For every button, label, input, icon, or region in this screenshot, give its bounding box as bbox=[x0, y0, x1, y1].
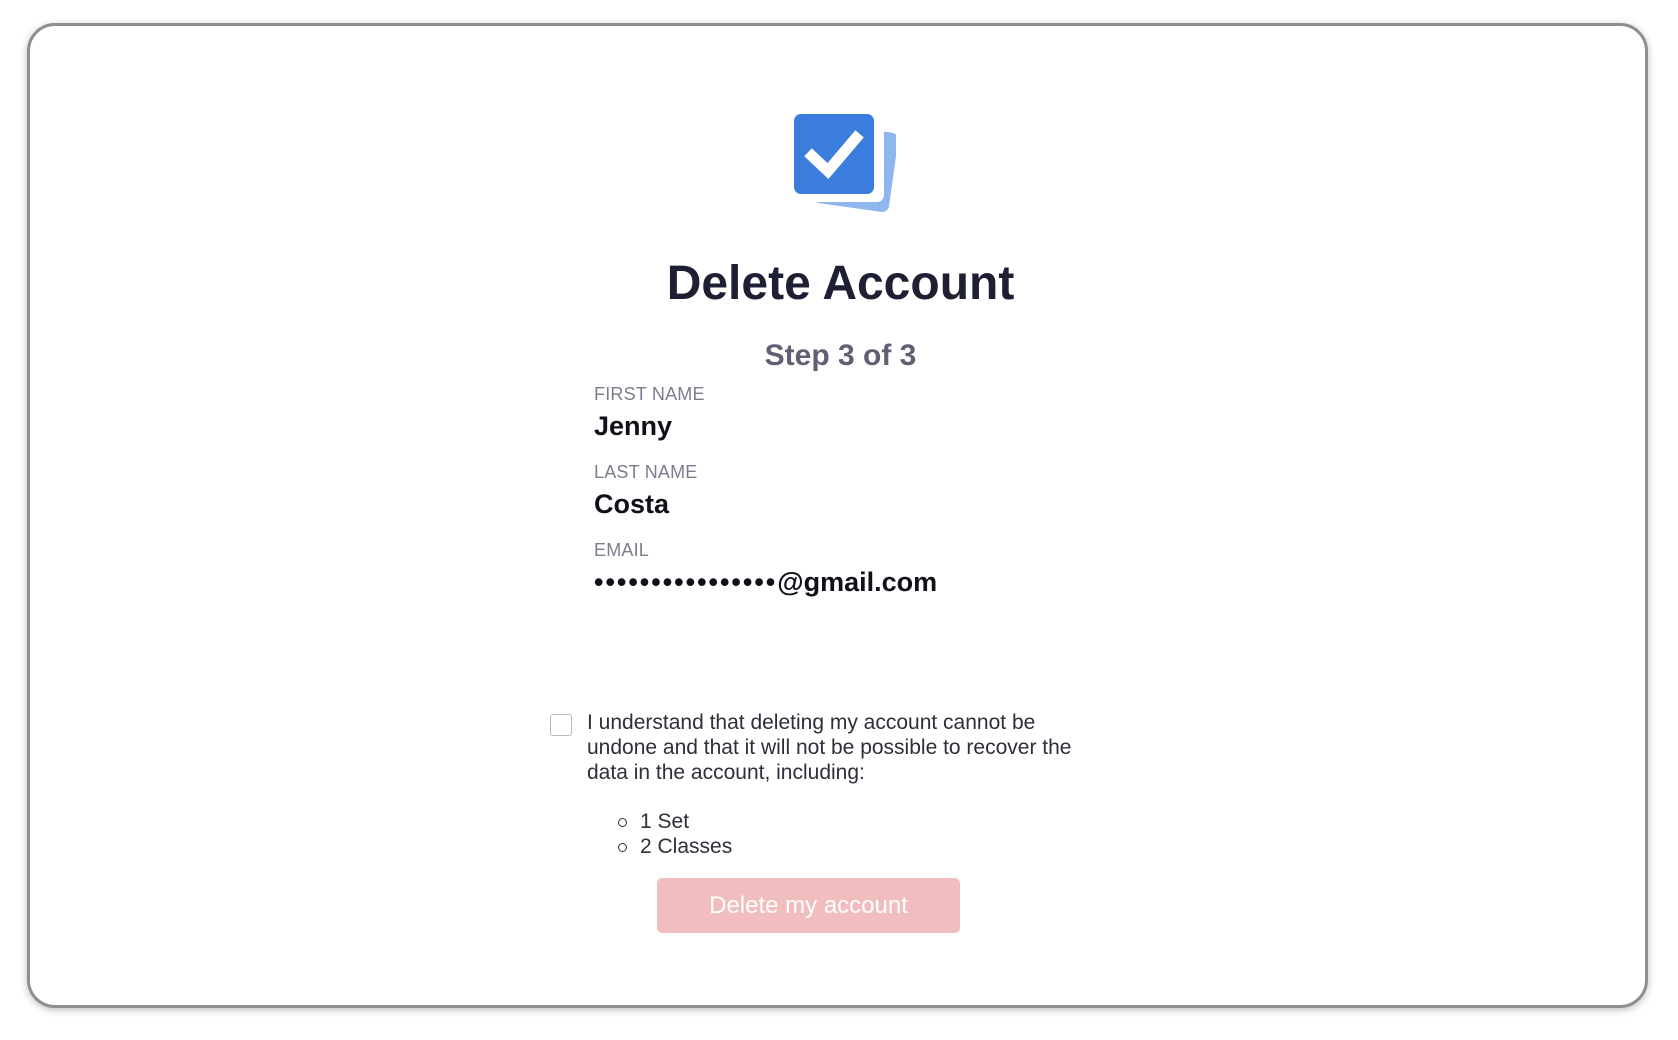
email-label: EMAIL bbox=[594, 540, 650, 560]
last-name-value: Costa bbox=[594, 489, 670, 519]
list-item: 1 Set bbox=[618, 809, 732, 834]
delete-account-button[interactable]: Delete my account bbox=[657, 878, 960, 933]
first-name-label: FIRST NAME bbox=[594, 384, 705, 404]
confirm-checkbox[interactable] bbox=[550, 714, 572, 736]
email-domain: @gmail.com bbox=[777, 567, 938, 597]
last-name-label: LAST NAME bbox=[594, 462, 698, 482]
data-items-list: 1 Set 2 Classes bbox=[618, 809, 732, 859]
page-title: Delete Account bbox=[666, 257, 1015, 310]
email-value: ••••••••••••••••@gmail.com bbox=[594, 567, 937, 598]
list-item: 2 Classes bbox=[618, 834, 732, 859]
last-name-field: LAST NAME Costa bbox=[594, 462, 698, 520]
delete-account-card: Delete Account Step 3 of 3 FIRST NAME Je… bbox=[27, 23, 1648, 1008]
confirmation-text: I understand that deleting my account ca… bbox=[587, 711, 1072, 784]
email-field: EMAIL ••••••••••••••••@gmail.com bbox=[594, 540, 937, 598]
stacked-checkbox-cards-icon bbox=[794, 114, 896, 212]
first-name-value: Jenny bbox=[594, 411, 673, 441]
first-name-field: FIRST NAME Jenny bbox=[594, 384, 705, 442]
step-indicator: Step 3 of 3 bbox=[764, 339, 917, 372]
email-masked-part: •••••••••••••••• bbox=[594, 567, 778, 597]
